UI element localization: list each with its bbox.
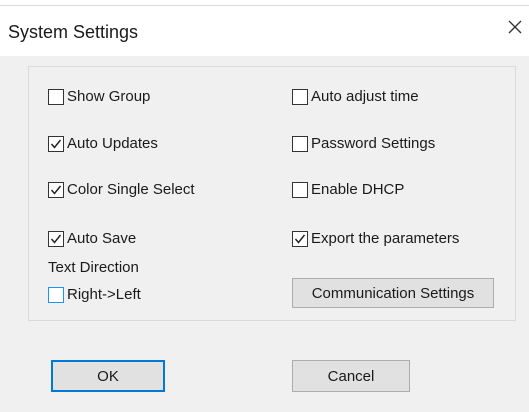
enable-dhcp-checkbox[interactable]: Enable DHCP xyxy=(292,181,404,198)
export-parameters-checkbox[interactable]: Export the parameters xyxy=(292,230,459,247)
check-mark-icon xyxy=(50,139,62,149)
close-icon xyxy=(508,20,522,34)
password-settings-checkbox[interactable]: Password Settings xyxy=(292,135,435,152)
checkbox-label: Auto Updates xyxy=(67,135,158,152)
title-bar: System Settings xyxy=(0,6,529,56)
check-mark-icon xyxy=(50,185,62,195)
close-button[interactable] xyxy=(500,12,529,42)
checkbox-box xyxy=(292,230,308,247)
color-single-select-checkbox[interactable]: Color Single Select xyxy=(48,181,195,198)
auto-adjust-time-checkbox[interactable]: Auto adjust time xyxy=(292,88,419,105)
checkbox-box xyxy=(48,135,64,152)
checkbox-box xyxy=(292,135,308,152)
checkbox-label: Password Settings xyxy=(311,135,436,152)
check-mark-icon xyxy=(50,234,62,244)
right-to-left-checkbox[interactable]: Right->Left xyxy=(48,286,141,303)
checkbox-box xyxy=(48,230,64,247)
checkbox-box xyxy=(48,181,64,198)
dialog-title: System Settings xyxy=(8,22,139,42)
auto-updates-checkbox[interactable]: Auto Updates xyxy=(48,135,158,152)
cancel-button[interactable]: Cancel xyxy=(292,360,410,392)
checkbox-label: Auto Save xyxy=(67,230,137,247)
communication-settings-button[interactable]: Communication Settings xyxy=(292,278,494,308)
show-group-checkbox[interactable]: Show Group xyxy=(48,88,150,105)
check-mark-icon xyxy=(294,234,306,244)
checkbox-box xyxy=(292,88,308,105)
auto-save-checkbox[interactable]: Auto Save xyxy=(48,230,136,247)
checkbox-label: Auto adjust time xyxy=(311,88,419,105)
checkbox-box xyxy=(48,88,64,105)
checkbox-box xyxy=(48,286,64,303)
checkbox-label: Right->Left xyxy=(67,286,141,303)
checkbox-label: Color Single Select xyxy=(67,181,195,198)
ok-button[interactable]: OK xyxy=(51,360,165,392)
system-settings-dialog: System Settings Show Group Auto Updates … xyxy=(0,0,529,412)
checkbox-box xyxy=(292,181,308,198)
checkbox-label: Enable DHCP xyxy=(311,181,405,198)
checkbox-label: Show Group xyxy=(67,88,151,105)
checkbox-label: Export the parameters xyxy=(311,230,460,247)
text-direction-label: Text Direction xyxy=(48,259,139,276)
